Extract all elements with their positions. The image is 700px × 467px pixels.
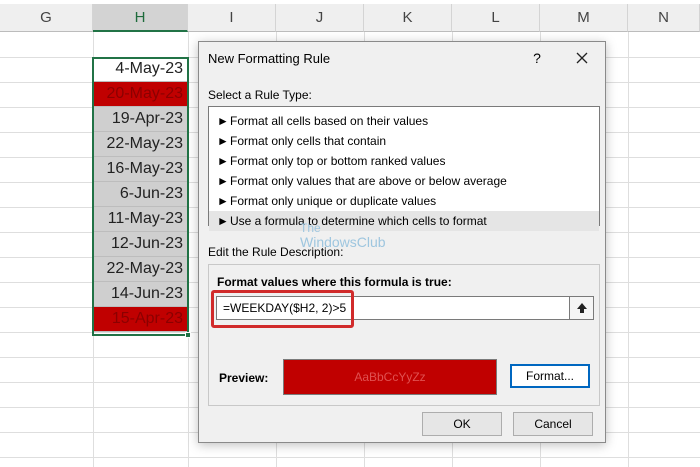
formula-label: Format values where this formula is true… [217, 275, 452, 289]
cell-h9[interactable]: 12-Jun-23 [93, 232, 188, 257]
column-header-k[interactable]: K [364, 4, 452, 32]
rule-type-list[interactable]: ► Format all cells based on their values … [208, 106, 600, 231]
rule-type-item[interactable]: ► Format only values that are above or be… [209, 171, 599, 191]
cell-h3[interactable]: 20-May-23 [93, 82, 188, 107]
rule-type-item[interactable]: ► Format only top or bottom ranked values [209, 151, 599, 171]
arrow-icon: ► [217, 154, 229, 168]
arrow-icon: ► [217, 194, 229, 208]
fill-handle[interactable] [185, 332, 191, 338]
column-header-n[interactable]: N [628, 4, 700, 32]
formula-input[interactable]: =WEEKDAY($H2, 2)>5 [216, 296, 570, 320]
dialog-title: New Formatting Rule [208, 51, 331, 66]
gridline [0, 457, 700, 458]
arrow-icon: ► [217, 174, 229, 188]
column-header-h[interactable]: H [93, 4, 188, 32]
collapse-dialog-button[interactable] [569, 296, 594, 320]
rule-type-item[interactable]: ► Format only cells that contain [209, 131, 599, 151]
rule-type-item[interactable]: ► Format only unique or duplicate values [209, 191, 599, 211]
arrow-icon: ► [217, 114, 229, 128]
cell-h12[interactable]: 15-Apr-23 [93, 307, 188, 332]
cell-h10[interactable]: 22-May-23 [93, 257, 188, 282]
edit-rule-description-label: Edit the Rule Description: [208, 245, 344, 259]
cancel-button[interactable]: Cancel [513, 412, 593, 436]
rule-type-item[interactable]: ► Format all cells based on their values [209, 111, 599, 131]
collapse-arrow-icon [576, 303, 587, 313]
format-button[interactable]: Format... [510, 364, 590, 388]
gridline [628, 32, 629, 467]
column-header-j[interactable]: J [276, 4, 364, 32]
column-header-m[interactable]: M [540, 4, 628, 32]
preview-label: Preview: [219, 371, 269, 385]
select-rule-type-label: Select a Rule Type: [208, 88, 312, 102]
help-button[interactable]: ? [527, 48, 547, 68]
rule-type-label: Format only cells that contain [230, 134, 387, 148]
close-icon[interactable] [571, 47, 593, 69]
ok-button[interactable]: OK [422, 412, 502, 436]
rule-type-label: Format only values that are above or bel… [230, 174, 507, 188]
rule-type-item-selected[interactable]: ► Use a formula to determine which cells … [209, 211, 599, 231]
arrow-icon: ► [217, 214, 229, 228]
preview-swatch: AaBbCcYyZz [283, 359, 497, 395]
column-header-g[interactable]: G [0, 4, 93, 32]
cell-h4[interactable]: 19-Apr-23 [93, 107, 188, 132]
cell-h8[interactable]: 11-May-23 [93, 207, 188, 232]
cell-h5[interactable]: 22-May-23 [93, 132, 188, 157]
rule-type-label: Use a formula to determine which cells t… [230, 214, 487, 228]
gridline [188, 32, 189, 467]
cell-h7[interactable]: 6-Jun-23 [93, 182, 188, 207]
cell-h11[interactable]: 14-Jun-23 [93, 282, 188, 307]
rule-type-label: Format only top or bottom ranked values [230, 154, 446, 168]
rule-type-label: Format all cells based on their values [230, 114, 429, 128]
column-header-l[interactable]: L [452, 4, 540, 32]
cell-h2[interactable]: 4-May-23 [93, 57, 188, 82]
new-formatting-rule-dialog: New Formatting Rule ? Select a Rule Type… [198, 41, 606, 443]
column-header-i[interactable]: I [188, 4, 276, 32]
arrow-icon: ► [217, 134, 229, 148]
rule-description-box: Format values where this formula is true… [208, 264, 600, 406]
rule-type-label: Format only unique or duplicate values [230, 194, 437, 208]
cell-h6[interactable]: 16-May-23 [93, 157, 188, 182]
